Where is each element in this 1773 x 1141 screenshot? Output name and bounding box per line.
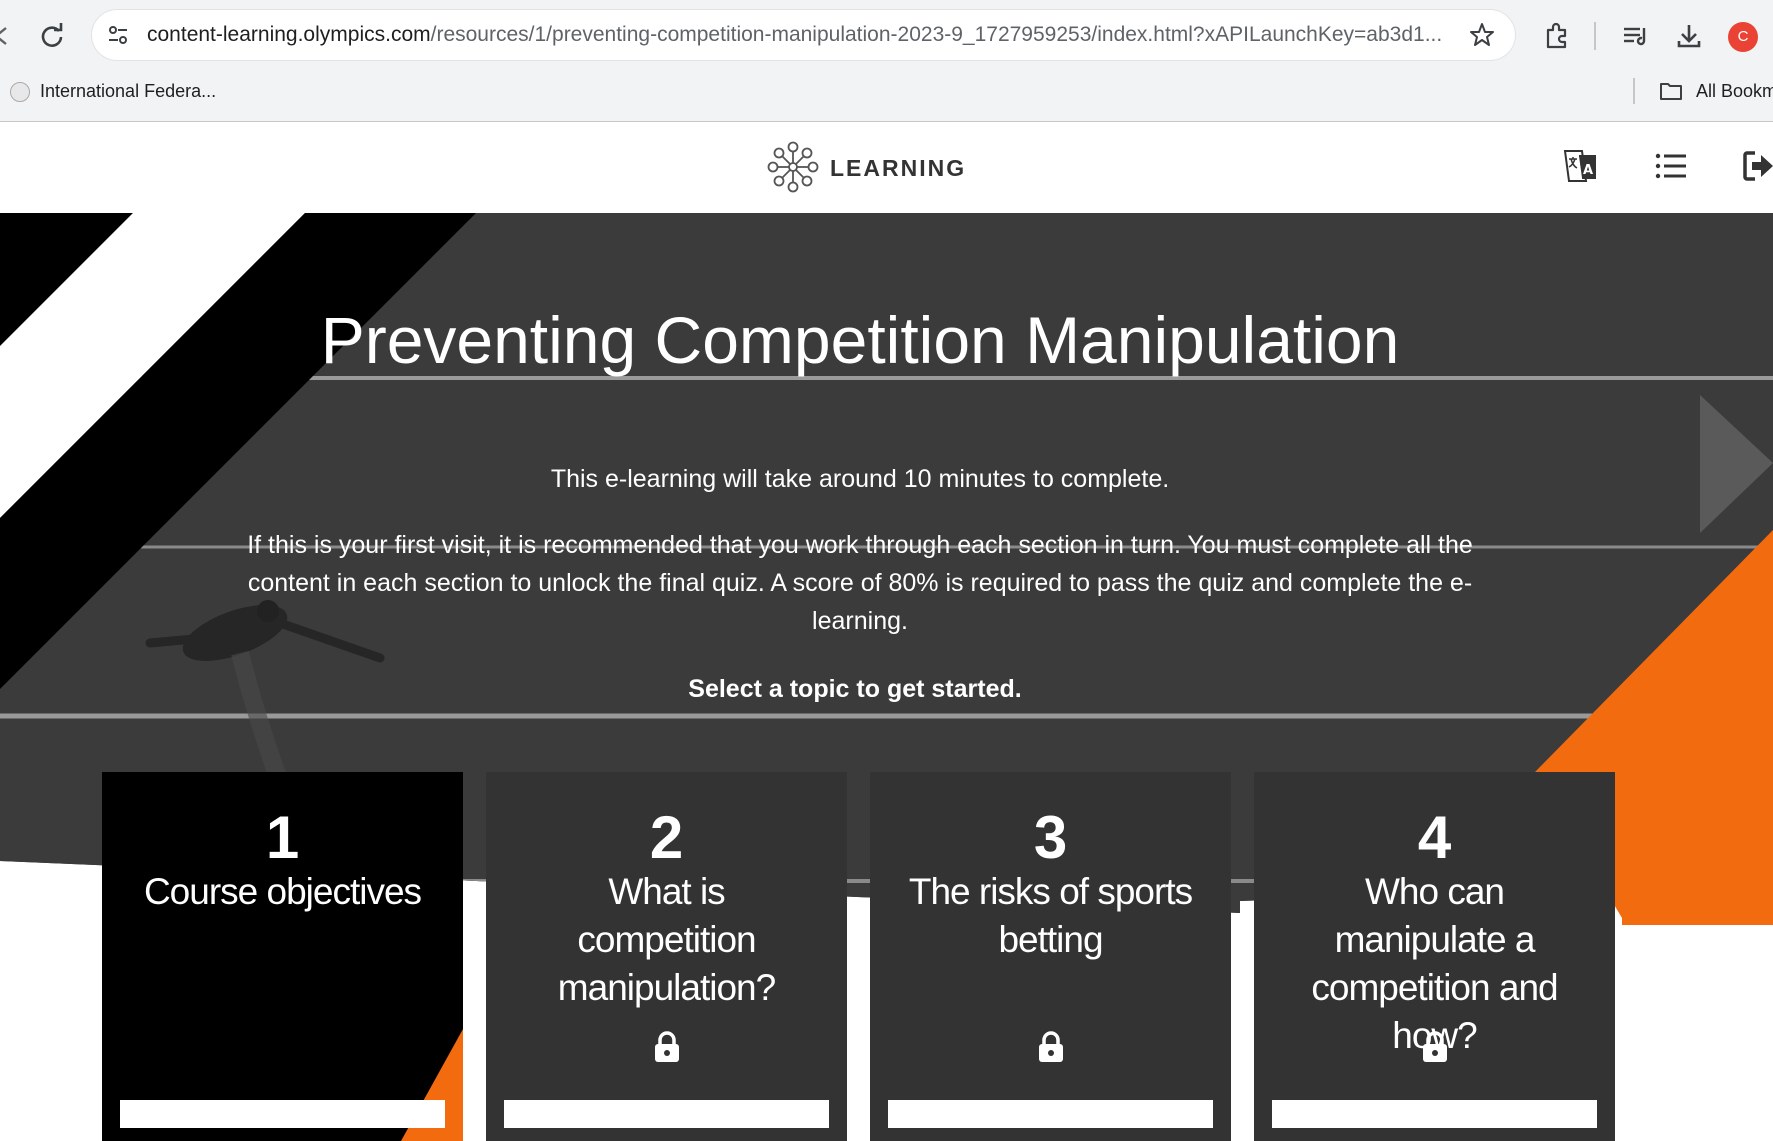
toolbar-separator [1594, 22, 1596, 50]
topic-progress-bar [1272, 1100, 1597, 1128]
cta-text: Select a topic to get started. [688, 675, 1022, 703]
media-controls-icon[interactable] [1621, 22, 1649, 50]
browser-chrome: content-learning.olympics.com/resources/… [0, 0, 1773, 122]
topic-number: 2 [649, 804, 684, 871]
logo-text: LEARNING [830, 155, 967, 181]
browser-toolbar: content-learning.olympics.com/resources/… [0, 0, 1773, 72]
reload-icon[interactable] [38, 22, 66, 50]
bookmark-favicon-icon [10, 82, 30, 102]
topic-progress-bar [504, 1100, 829, 1128]
topic-title: Course objectives [143, 871, 422, 912]
extensions-icon[interactable] [1543, 22, 1571, 50]
course-title: Preventing Competition Manipulation [320, 303, 1400, 377]
learning-logo-icon [767, 141, 819, 193]
all-bookmarks-button[interactable]: All Bookm [1696, 80, 1773, 102]
bookmarks-bar [0, 72, 1773, 122]
topic-card-4[interactable]: 4 Who can manipulate a competition and h… [1254, 772, 1615, 1141]
star-icon[interactable] [1469, 22, 1495, 48]
topic-title: The risks of sports betting [908, 871, 1193, 960]
lock-icon [1039, 1031, 1063, 1062]
url-host: content-learning.olympics.com [147, 23, 431, 46]
topic-card-2[interactable]: 2 What is competition manipulation? [486, 772, 847, 1141]
url-path: /resources/1/preventing-competition-mani… [430, 23, 1443, 46]
topic-card-3[interactable]: 3 The risks of sports betting [870, 772, 1231, 1141]
topic-number: 4 [1417, 804, 1452, 871]
download-icon[interactable] [1675, 22, 1703, 50]
topic-card-1[interactable]: 1 Course objectives [102, 772, 463, 1141]
topic-title: What is competition manipulation? [557, 871, 776, 1008]
lock-icon [1423, 1031, 1447, 1062]
duration-text: This e-learning will take around 10 minu… [550, 465, 1170, 493]
topic-number: 1 [265, 804, 300, 871]
folder-icon[interactable] [1659, 81, 1683, 101]
svg-text:A: A [1583, 163, 1593, 178]
lock-icon [655, 1031, 679, 1062]
url-text[interactable]: content-learning.olympics.com/resources/… [147, 23, 1467, 47]
bookmarks-separator [1633, 78, 1635, 104]
translate-icon[interactable]: A [1562, 148, 1598, 184]
profile-avatar[interactable]: C [1728, 22, 1758, 52]
menu-list-icon[interactable] [1653, 148, 1689, 184]
instructions-text: If this is your first visit, it is recom… [247, 531, 1473, 635]
bookmark-item[interactable]: International Federa... [40, 80, 216, 102]
topic-progress-bar [888, 1100, 1213, 1128]
address-bar[interactable]: content-learning.olympics.com/resources/… [92, 10, 1515, 60]
topic-progress-bar [120, 1100, 445, 1128]
exit-icon[interactable] [1742, 148, 1773, 184]
site-info-icon[interactable] [106, 23, 130, 47]
topic-number: 3 [1033, 804, 1068, 871]
back-arrow-icon[interactable] [0, 26, 8, 46]
